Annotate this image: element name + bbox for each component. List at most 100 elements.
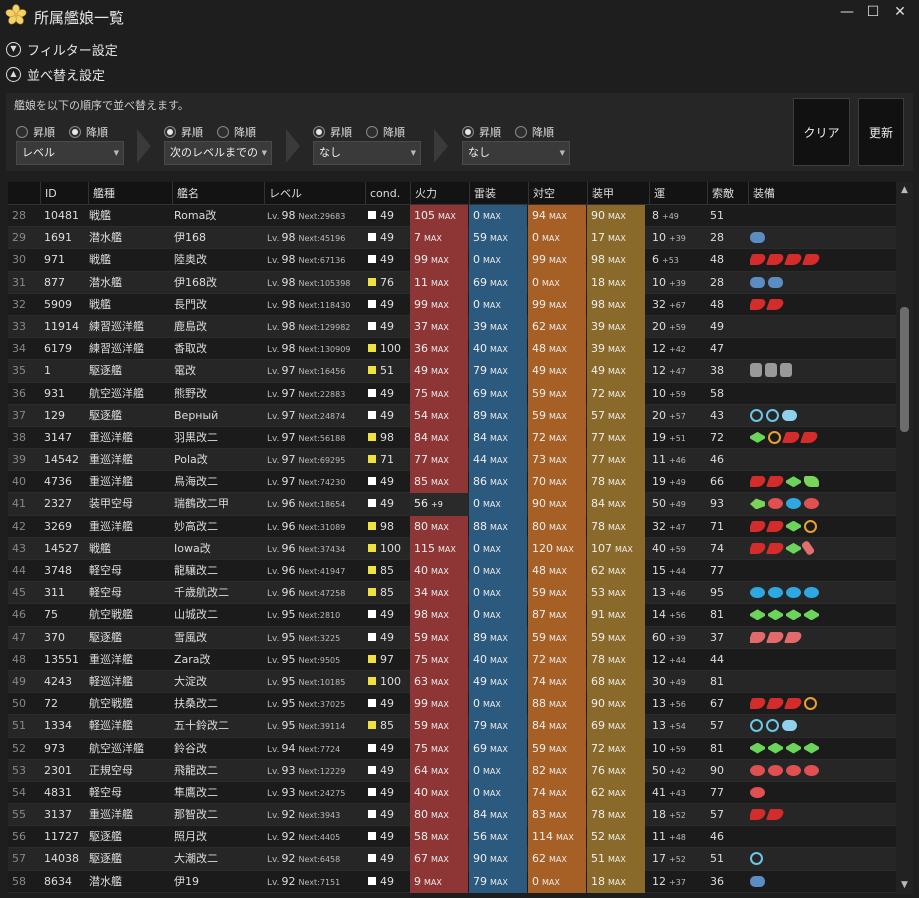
ship-name: 龍驤改二 (174, 564, 218, 577)
ship-level: Lv. 98 Next:129982 (267, 316, 367, 337)
column-header-equipment[interactable]: 装備 (748, 182, 878, 205)
table-row[interactable]: 51 1334 軽巡洋艦 五十鈴改二 Lv. 95 Next:39114 85 59 MAX 79 M… (8, 715, 896, 738)
maximize-button[interactable]: ☐ (862, 3, 884, 21)
table-row[interactable]: 54 4831 軽空母 隼鷹改二 Lv. 93 Next:24275 49 40 MAX 0 MAX 7… (8, 781, 896, 805)
ship-id: 3748 (44, 564, 72, 577)
column-header-los[interactable]: 索敵 (707, 182, 748, 205)
table-row[interactable]: 28 10481 戦艦 Roma改 Lv. 98 Next:29683 49 105 MAX 0 MA… (8, 205, 896, 228)
stat-torpedo: 79 MAX (469, 715, 527, 738)
table-row[interactable]: 35 1 駆逐艦 電改 Lv. 97 Next:16456 51 49 MAX 79 MAX 49 MAX… (8, 360, 896, 383)
stat-armor: 72 MAX (587, 737, 645, 760)
seaplane-icon (786, 609, 801, 621)
torpedo-bomber-icon (768, 764, 783, 776)
cond-value: 49 (380, 408, 394, 422)
column-header-antiair[interactable]: 対空 (528, 182, 587, 205)
main-gun-icon (765, 476, 786, 488)
table-row[interactable]: 29 1691 潜水艦 伊168 Lv. 98 Next:45196 49 7 MAX 59 MAX 0… (8, 227, 896, 250)
table-row[interactable]: 33 11914 練習巡洋艦 鹿島改 Lv. 98 Next:129982 49 37 MAX 39… (8, 315, 896, 339)
sort-desc-radio-4[interactable] (515, 126, 527, 138)
filter-settings-toggle[interactable]: ▼ フィルター設定 (6, 39, 118, 59)
table-row[interactable]: 30 971 戦艦 陸奥改 Lv. 98 Next:67136 49 99 MAX 0 MAX 99 MA… (8, 249, 896, 272)
table-row[interactable]: 32 5909 戦艦 長門改 Lv. 98 Next:118430 49 99 MAX 0 MAX 99… (8, 293, 896, 316)
close-button[interactable]: ✕ (889, 3, 911, 21)
table-row[interactable]: 58 8634 潜水艦 伊19 Lv. 92 Next:7151 49 9 MAX 79 MAX 0 MA… (8, 870, 896, 893)
sort-desc-radio-3[interactable] (366, 126, 378, 138)
column-header-armor[interactable]: 装甲 (587, 182, 649, 205)
sort-key-select-2[interactable]: 次のレベルまでの ▼ (164, 141, 272, 165)
next-prefix: Next: (298, 877, 320, 887)
row-number: 33 (12, 319, 26, 333)
luck-remaining: +67 (669, 300, 686, 310)
radar-icon (750, 719, 763, 733)
clear-button[interactable]: クリア (793, 98, 850, 166)
sort-key-select-3[interactable]: なし ▼ (313, 141, 421, 165)
stat-firepower: 59 MAX (410, 626, 468, 649)
next-exp: 24874 (319, 411, 346, 421)
table-row[interactable]: 56 11727 駆逐艦 照月改 Lv. 92 Next:4405 49 58 MAX 56 MAX 1… (8, 826, 896, 849)
sort-key-select-4[interactable]: なし ▼ (462, 141, 570, 165)
table-row[interactable]: 52 973 航空巡洋艦 鈴谷改 Lv. 94 Next:7724 49 75 MAX 69 MAX 5… (8, 737, 896, 760)
column-header-level[interactable]: レベル (264, 182, 365, 205)
table-row[interactable]: 40 4736 重巡洋艦 鳥海改二 Lv. 97 Next:74230 49 85 MAX 86 MA… (8, 471, 896, 494)
ship-level: Lv. 95 Next:3225 (267, 627, 367, 648)
ship-luck: 32 +47 (652, 516, 707, 537)
table-row[interactable]: 37 129 駆逐艦 Верный Lv. 97 Next:24874 49 54 MAX 89 MA… (8, 404, 896, 427)
table-row[interactable]: 55 3137 重巡洋艦 那智改二 Lv. 92 Next:3943 49 80 MAX 84 MAX… (8, 804, 896, 827)
table-row[interactable]: 53 2301 正規空母 飛龍改二 Lv. 93 Next:12229 49 64 MAX 0 MAX… (8, 759, 896, 782)
sort-asc-radio-1[interactable] (16, 126, 28, 138)
table-row[interactable]: 31 877 潜水艦 伊168改 Lv. 98 Next:105398 76 11 MAX 69 MA… (8, 271, 896, 294)
column-header-cond[interactable]: cond. (365, 182, 410, 205)
ship-id: 129 (44, 408, 65, 422)
ship-id: 3137 (44, 808, 72, 822)
luck-value: 11 (652, 453, 666, 467)
ship-level: Lv. 97 Next:22883 (267, 383, 367, 404)
table-row[interactable]: 39 14542 重巡洋艦 Pola改 Lv. 97 Next:69295 71 77 MAX 44… (8, 449, 896, 472)
sort-key-select-1[interactable]: レベル ▼ (16, 141, 124, 165)
table-row[interactable]: 48 13551 重巡洋艦 Zara改 Lv. 95 Next:9505 97 75 MAX 40 M… (8, 648, 896, 671)
column-header-luck[interactable]: 運 (649, 182, 707, 205)
table-row[interactable]: 47 370 駆逐艦 雪風改 Lv. 95 Next:3225 49 59 MAX 89 MAX 59 M… (8, 626, 896, 649)
refresh-button[interactable]: 更新 (858, 98, 904, 166)
table-row[interactable]: 50 72 航空戦艦 扶桑改二 Lv. 95 Next:37025 49 99 MAX 0 MAX 88… (8, 693, 896, 716)
column-header-firepower[interactable]: 火力 (410, 182, 469, 205)
luck-remaining: +42 (669, 766, 686, 776)
next-exp: 10185 (319, 677, 346, 687)
column-header-name[interactable]: 艦名 (172, 182, 264, 205)
scroll-down-arrow-icon[interactable]: ▼ (896, 877, 913, 894)
sort-desc-radio-2[interactable] (217, 126, 229, 138)
vertical-scrollbar[interactable]: ▲ ▼ (896, 182, 913, 894)
sort-asc-radio-4[interactable] (462, 126, 474, 138)
luck-value: 10 (652, 386, 666, 400)
table-row[interactable]: 38 3147 重巡洋艦 羽黒改二 Lv. 97 Next:56188 98 84 MAX 84 MA… (8, 426, 896, 450)
cond-value: 49 (380, 808, 394, 822)
ship-name: 五十鈴改二 (174, 719, 229, 733)
table-row[interactable]: 45 311 軽空母 千歳航改二 Lv. 96 Next:47258 85 34 MAX 0 MAX 5… (8, 582, 896, 605)
firepower-value: 64 (414, 763, 428, 777)
max-label: MAX (490, 478, 508, 488)
table-row[interactable]: 44 3748 軽空母 龍驤改二 Lv. 96 Next:41947 85 40 MAX 0 MAX 4… (8, 560, 896, 583)
minimize-button[interactable]: — (836, 3, 858, 21)
table-row[interactable]: 43 14527 戦艦 Iowa改 Lv. 96 Next:37434 100 115 MAX 0 M… (8, 537, 896, 560)
scroll-up-arrow-icon[interactable]: ▲ (896, 182, 913, 199)
table-row[interactable]: 57 14038 駆逐艦 大潮改二 Lv. 92 Next:6458 49 67 MAX 90 MAX… (8, 848, 896, 871)
table-row[interactable]: 41 2327 装甲空母 瑞鶴改二甲 Lv. 96 Next:18654 49 56 +9 0 MAX… (8, 493, 896, 516)
ship-luck: 10 +39 (652, 227, 707, 248)
table-row[interactable]: 46 75 航空戦艦 山城改二 Lv. 95 Next:2810 49 98 MAX 0 MAX 87 M… (8, 604, 896, 627)
table-row[interactable]: 34 6179 練習巡洋艦 香取改 Lv. 98 Next:130909 100 36 MAX 40… (8, 338, 896, 361)
sort-settings-toggle[interactable]: ▲ 並べ替え設定 (6, 64, 105, 84)
sort-desc-radio-1[interactable] (69, 126, 81, 138)
row-number: 42 (12, 519, 26, 533)
column-header-torpedo[interactable]: 雷装 (469, 182, 528, 205)
sort-asc-radio-2[interactable] (164, 126, 176, 138)
filter-settings-label: フィルター設定 (27, 43, 118, 59)
table-row[interactable]: 36 931 航空巡洋艦 熊野改 Lv. 97 Next:22883 49 75 MAX 69 MAX… (8, 382, 896, 405)
seaplane-icon (786, 542, 801, 554)
luck-remaining: +52 (669, 855, 686, 865)
table-row[interactable]: 42 3269 重巡洋艦 妙高改二 Lv. 96 Next:31089 98 80 MAX 88 MA… (8, 515, 896, 538)
table-row[interactable]: 49 4243 軽巡洋艦 大淀改 Lv. 95 Next:10185 100 63 MAX 49 MA… (8, 670, 896, 694)
scrollbar-thumb[interactable] (900, 307, 909, 432)
column-header-id[interactable]: ID (40, 182, 89, 205)
ship-name: 伊19 (174, 874, 199, 888)
column-header-type[interactable]: 艦種 (88, 182, 172, 205)
sort-asc-radio-3[interactable] (313, 126, 325, 138)
